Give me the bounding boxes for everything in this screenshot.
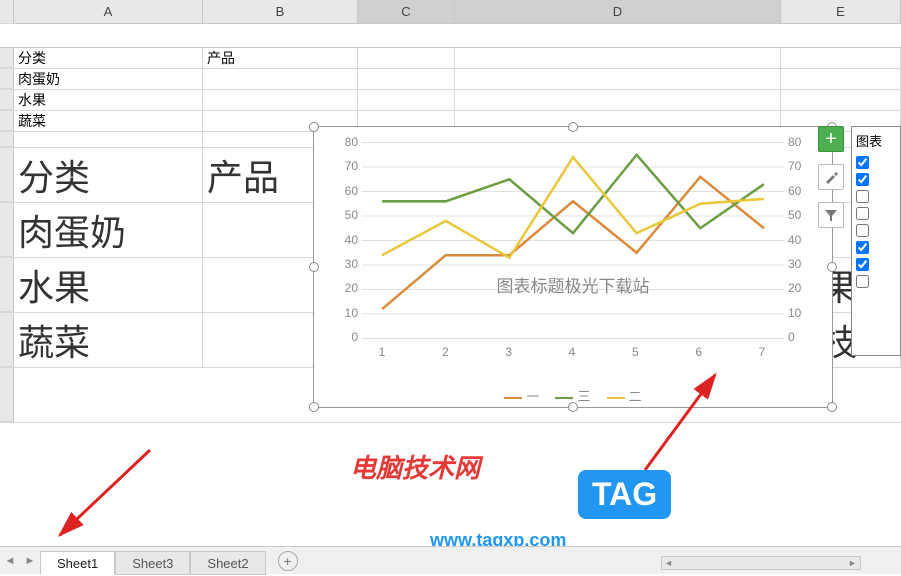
cell-big-veg[interactable]: 蔬菜 xyxy=(14,313,203,367)
sheet-tab[interactable]: Sheet1 xyxy=(40,551,115,575)
chk-legend[interactable] xyxy=(856,258,869,271)
filter-icon xyxy=(823,207,839,223)
cell-A-fruit[interactable]: 水果 xyxy=(14,90,203,110)
add-sheet-button[interactable]: + xyxy=(278,551,298,571)
col-A[interactable]: A xyxy=(14,0,203,23)
chart-plot-area: 0010102020303040405050606070708080123456… xyxy=(362,142,784,339)
chart-elements-panel[interactable]: 图表 xyxy=(851,126,901,356)
resize-handle[interactable] xyxy=(309,402,319,412)
chk-table[interactable] xyxy=(856,207,869,220)
chart-filter-button[interactable] xyxy=(818,202,844,228)
resize-handle[interactable] xyxy=(827,262,837,272)
chk-err[interactable] xyxy=(856,224,869,237)
cell-big-fruit[interactable]: 水果 xyxy=(14,258,203,312)
cell-big-category[interactable]: 分类 xyxy=(14,148,203,202)
chart-style-button[interactable] xyxy=(818,164,844,190)
col-D[interactable]: D xyxy=(455,0,781,23)
sheet-tab[interactable]: Sheet2 xyxy=(190,551,265,575)
column-headers: A B C D E xyxy=(0,0,901,24)
col-B[interactable]: B xyxy=(203,0,358,23)
chk-axes[interactable] xyxy=(856,156,869,169)
tab-nav-next[interactable]: ► xyxy=(20,547,40,575)
resize-handle[interactable] xyxy=(309,122,319,132)
sheet-tab-bar: ◄ ► Sheet1 Sheet3 Sheet2 + ◄ ► xyxy=(0,546,901,574)
cell-B-product-header[interactable]: 产品 xyxy=(203,48,358,68)
sheet-tab[interactable]: Sheet3 xyxy=(115,551,190,575)
horizontal-scrollbar[interactable]: ◄ ► xyxy=(661,556,861,570)
chart-title[interactable]: 图表标题极光下载站 xyxy=(334,272,812,297)
panel-title: 图表 xyxy=(856,131,896,150)
resize-handle[interactable] xyxy=(309,262,319,272)
formula-bar[interactable] xyxy=(0,24,901,48)
tab-nav-prev[interactable]: ◄ xyxy=(0,547,20,575)
cell-big-meat[interactable]: 肉蛋奶 xyxy=(14,203,203,257)
chk-grid[interactable] xyxy=(856,241,869,254)
chart-object[interactable]: 0010102020303040405050606070708080123456… xyxy=(313,126,833,408)
chart-legend: 一三二 xyxy=(334,386,812,405)
annotation-arrow xyxy=(40,440,160,550)
select-all-corner[interactable] xyxy=(0,0,14,24)
col-E[interactable]: E xyxy=(781,0,901,23)
cell-A-category-header[interactable]: 分类 xyxy=(14,48,203,68)
cell-A-veg[interactable]: 蔬菜 xyxy=(14,111,203,131)
resize-handle[interactable] xyxy=(827,402,837,412)
cell-A-meat[interactable]: 肉蛋奶 xyxy=(14,69,203,89)
chk-trend[interactable] xyxy=(856,275,869,288)
resize-handle[interactable] xyxy=(568,122,578,132)
chk-labels[interactable] xyxy=(856,190,869,203)
brush-icon xyxy=(823,169,839,185)
chart-add-element-button[interactable]: + xyxy=(818,126,844,152)
col-C[interactable]: C xyxy=(358,0,455,23)
chk-title[interactable] xyxy=(856,173,869,186)
watermark-text: 电脑技术网 xyxy=(350,448,480,485)
watermark-tag: TAG xyxy=(578,470,671,519)
